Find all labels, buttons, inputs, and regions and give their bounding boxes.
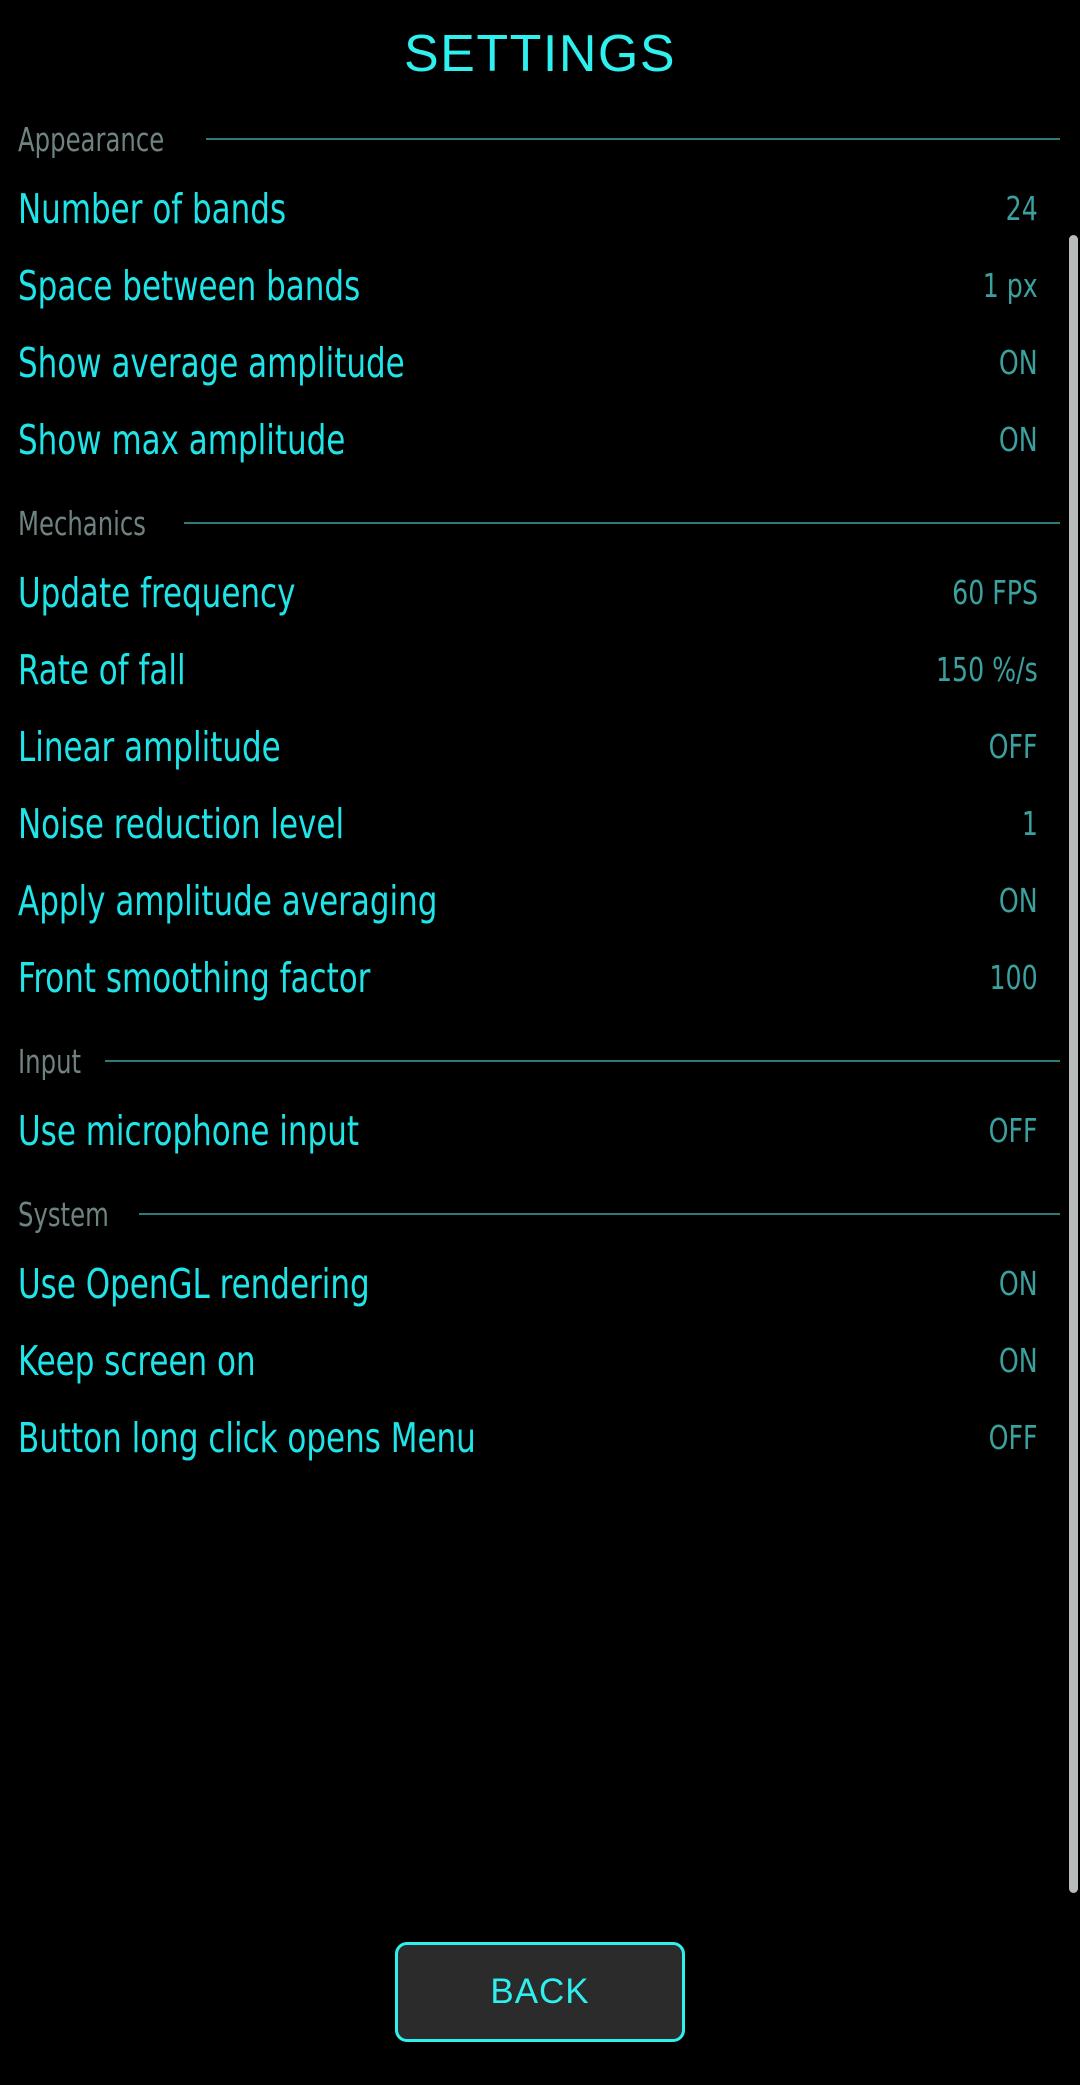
setting-label: Rate of fall [18, 645, 186, 694]
setting-label: Front smoothing factor [18, 953, 371, 1002]
scrollbar-track[interactable] [1069, 108, 1080, 1908]
setting-label: Keep screen on [18, 1336, 256, 1385]
setting-row-apply-amplitude-averaging[interactable]: Apply amplitude averaging ON [0, 862, 1080, 939]
setting-label: Use microphone input [18, 1106, 360, 1155]
setting-row-update-frequency[interactable]: Update frequency 60 FPS [0, 554, 1080, 631]
setting-value: 150 %/s [936, 650, 1038, 689]
setting-value: ON [999, 343, 1038, 382]
setting-label: Noise reduction level [18, 799, 345, 848]
setting-label: Show average amplitude [18, 338, 405, 387]
setting-row-front-smoothing-factor[interactable]: Front smoothing factor 100 [0, 939, 1080, 1016]
setting-value: ON [999, 1341, 1038, 1380]
section-label: Mechanics [18, 503, 146, 543]
setting-value: ON [999, 881, 1038, 920]
section-header-mechanics: Mechanics [0, 492, 1080, 554]
setting-value: ON [999, 1264, 1038, 1303]
setting-label: Space between bands [18, 261, 361, 310]
section-label: Appearance [18, 119, 165, 159]
setting-value: ON [999, 420, 1038, 459]
settings-list: Appearance Number of bands 24 Space betw… [0, 108, 1080, 1908]
setting-row-show-max-amplitude[interactable]: Show max amplitude ON [0, 401, 1080, 478]
setting-value: OFF [989, 1418, 1038, 1457]
section-divider [206, 138, 1060, 140]
setting-label: Linear amplitude [18, 722, 281, 771]
setting-row-space-between-bands[interactable]: Space between bands 1 px [0, 247, 1080, 324]
setting-value: 1 [1021, 804, 1038, 843]
setting-row-noise-reduction-level[interactable]: Noise reduction level 1 [0, 785, 1080, 862]
setting-label: Button long click opens Menu [18, 1413, 476, 1462]
setting-label: Use OpenGL rendering [18, 1259, 370, 1308]
scrollbar-thumb[interactable] [1069, 235, 1078, 1893]
section-header-system: System [0, 1183, 1080, 1245]
section-divider [138, 1213, 1060, 1215]
setting-row-number-of-bands[interactable]: Number of bands 24 [0, 170, 1080, 247]
setting-value: 100 [989, 958, 1038, 997]
page-title: SETTINGS [403, 25, 677, 83]
setting-label: Apply amplitude averaging [18, 876, 438, 925]
setting-row-rate-of-fall[interactable]: Rate of fall 150 %/s [0, 631, 1080, 708]
setting-row-linear-amplitude[interactable]: Linear amplitude OFF [0, 708, 1080, 785]
setting-label: Number of bands [18, 184, 287, 233]
section-header-input: Input [0, 1030, 1080, 1092]
setting-label: Update frequency [18, 568, 296, 617]
setting-value: 60 FPS [952, 573, 1038, 612]
setting-row-show-average-amplitude[interactable]: Show average amplitude ON [0, 324, 1080, 401]
setting-value: OFF [989, 727, 1038, 766]
setting-value: OFF [989, 1111, 1038, 1150]
setting-row-keep-screen-on[interactable]: Keep screen on ON [0, 1322, 1080, 1399]
back-button[interactable]: BACK [395, 1942, 685, 2042]
setting-label: Show max amplitude [18, 415, 346, 464]
section-header-appearance: Appearance [0, 108, 1080, 170]
setting-value: 24 [1005, 189, 1038, 228]
setting-row-use-opengl-rendering[interactable]: Use OpenGL rendering ON [0, 1245, 1080, 1322]
section-divider [184, 522, 1060, 524]
section-label: System [18, 1194, 109, 1234]
setting-row-button-long-click-opens-menu[interactable]: Button long click opens Menu OFF [0, 1399, 1080, 1476]
section-label: Input [18, 1041, 82, 1081]
back-button-label: BACK [490, 1972, 590, 2011]
setting-row-use-microphone-input[interactable]: Use microphone input OFF [0, 1092, 1080, 1169]
setting-value: 1 px [982, 266, 1038, 305]
section-divider [104, 1060, 1060, 1062]
